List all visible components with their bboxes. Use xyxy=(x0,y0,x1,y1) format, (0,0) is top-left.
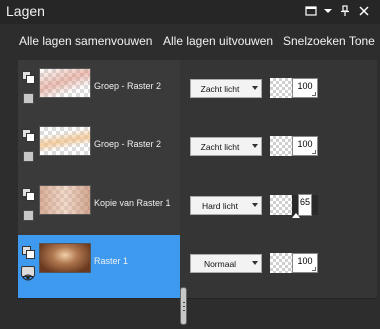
restore-icon[interactable] xyxy=(305,5,319,19)
menu-icon[interactable] xyxy=(322,5,336,19)
chevron-down-icon xyxy=(252,203,258,207)
blend-mode-label: Zacht licht xyxy=(200,142,240,152)
blend-mode-select[interactable]: Zacht licht xyxy=(190,137,262,156)
panel-title: Lagen xyxy=(6,3,45,19)
layer-name: Kopie van Raster 1 xyxy=(94,198,171,208)
layer-group-icon[interactable] xyxy=(22,127,35,142)
pin-icon[interactable] xyxy=(339,5,353,19)
visibility-box-icon[interactable] xyxy=(23,151,34,162)
blend-mode-select[interactable]: Hard licht xyxy=(190,196,262,215)
opacity-preview xyxy=(270,78,292,98)
layer-thumbnail xyxy=(39,185,91,215)
opacity-field[interactable]: 65 xyxy=(298,194,312,216)
opacity-slider-notch-icon[interactable] xyxy=(292,213,300,218)
opacity-field[interactable]: 100 xyxy=(292,78,318,98)
grip-line xyxy=(183,310,185,311)
opacity-value: 100 xyxy=(297,139,313,149)
opacity-field[interactable]: 100 xyxy=(292,253,318,273)
visibility-box-icon[interactable] xyxy=(23,93,34,104)
layer-thumbnail xyxy=(39,126,91,156)
layer-group-icon[interactable] xyxy=(22,69,35,84)
layer-properties: Normaal 100 xyxy=(180,235,377,299)
opacity-value: 100 xyxy=(297,81,313,91)
splitter-handle[interactable] xyxy=(180,287,187,325)
eye-icon[interactable] xyxy=(21,266,35,281)
opacity-preview xyxy=(270,136,292,156)
quick-search-button[interactable]: Snelzoeken Tone xyxy=(283,34,375,48)
layer-group-icon[interactable] xyxy=(22,186,35,201)
resize-grip-icon xyxy=(312,150,316,154)
chevron-down-icon xyxy=(252,261,258,265)
layer-row[interactable]: Groep - Raster 2 xyxy=(18,118,180,182)
layer-row[interactable]: Raster 1 xyxy=(18,235,180,299)
layer-name: Raster 1 xyxy=(94,256,129,266)
layer-properties: Zacht licht 100 xyxy=(180,60,377,124)
layer-properties: Hard licht 65 xyxy=(180,177,377,241)
opacity-field[interactable]: 100 xyxy=(292,136,318,156)
layer-name: Groep - Raster 2 xyxy=(94,139,162,149)
opacity-preview xyxy=(270,253,292,273)
chevron-down-icon xyxy=(252,86,258,90)
layer-name: Groep - Raster 2 xyxy=(94,81,162,91)
expand-all-button[interactable]: Alle lagen uitvouwen xyxy=(163,34,273,48)
blend-mode-label: Normaal xyxy=(203,259,237,269)
resize-grip-icon xyxy=(312,267,316,271)
blend-mode-label: Hard licht xyxy=(202,201,238,211)
grip-line xyxy=(183,302,185,303)
layer-properties: Zacht licht 100 xyxy=(180,118,377,182)
blend-mode-label: Zacht licht xyxy=(200,84,240,94)
layer-thumbnail xyxy=(39,243,91,273)
layer-raster-icon[interactable] xyxy=(22,244,35,259)
close-icon[interactable] xyxy=(358,5,372,19)
panel-titlebar: Lagen xyxy=(0,0,380,24)
resize-grip-icon xyxy=(312,92,316,96)
layer-thumbnail xyxy=(39,68,91,98)
chevron-down-icon xyxy=(252,144,258,148)
collapse-all-button[interactable]: Alle lagen samenvouwen xyxy=(19,34,152,48)
opacity-value: 100 xyxy=(297,256,313,266)
grip-line xyxy=(183,306,185,307)
blend-mode-select[interactable]: Normaal xyxy=(190,254,262,273)
blend-mode-select[interactable]: Zacht licht xyxy=(190,79,262,98)
opacity-preview xyxy=(270,195,292,215)
layer-list: Groep - Raster 2 Zacht licht 100 Groep -… xyxy=(0,60,380,329)
layer-row[interactable]: Kopie van Raster 1 xyxy=(18,177,180,241)
opacity-value: 65 xyxy=(299,197,310,207)
visibility-box-icon[interactable] xyxy=(23,210,34,221)
layer-row[interactable]: Groep - Raster 2 xyxy=(18,60,180,124)
layers-toolbar: Alle lagen samenvouwen Alle lagen uitvou… xyxy=(0,24,380,60)
